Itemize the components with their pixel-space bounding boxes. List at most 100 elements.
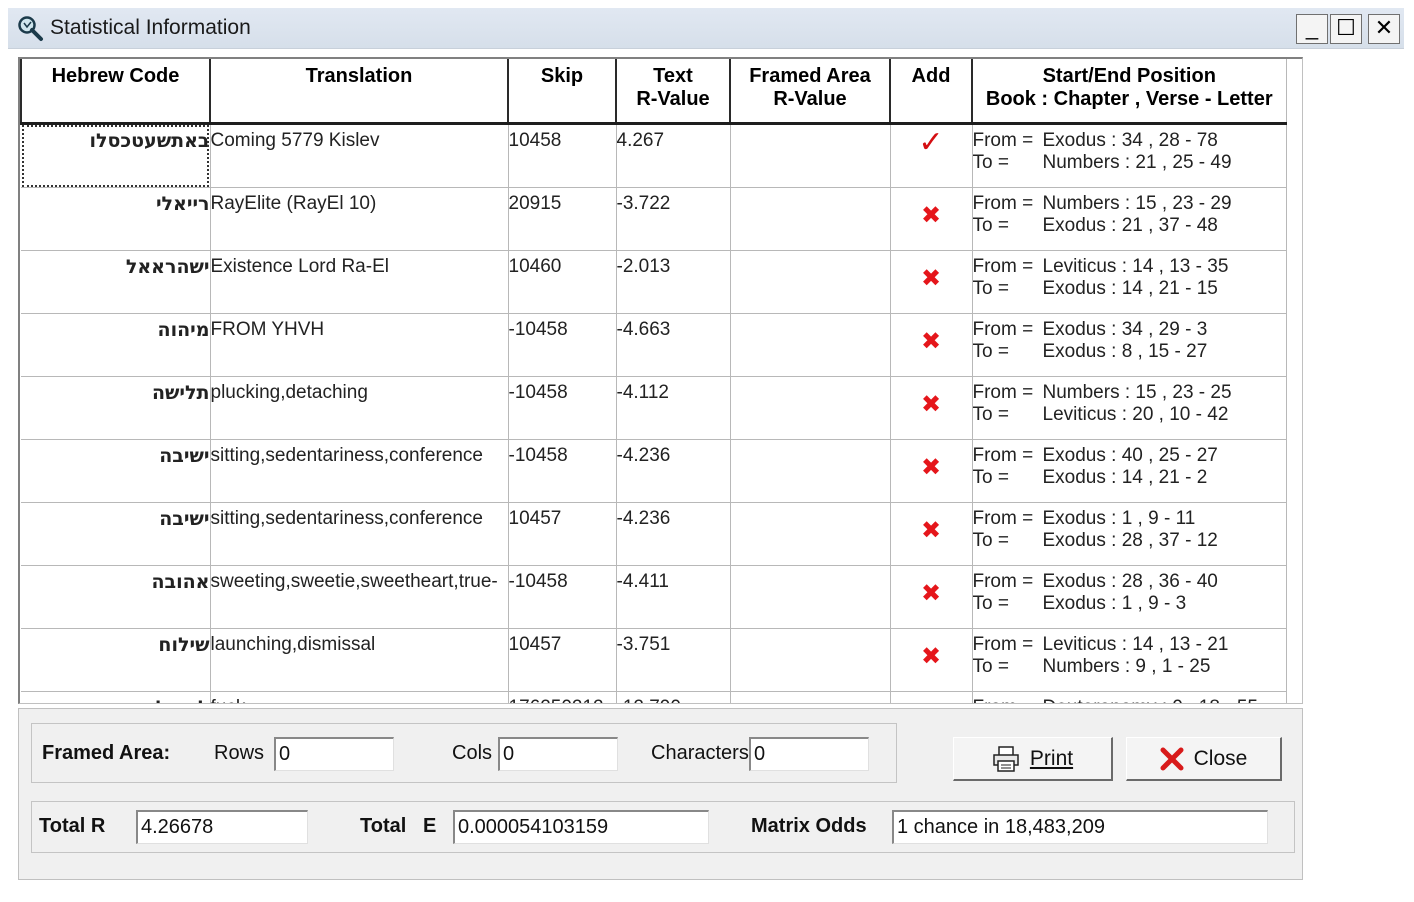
position-cell[interactable]: From = Numbers : 15 , 23 - 25 To = Leviticu… (972, 376, 1287, 440)
x-mark-icon[interactable]: ✖ (921, 456, 941, 480)
x-mark-icon[interactable]: ✖ (921, 330, 941, 354)
hebrew-code-cell[interactable]: ישיבה (21, 502, 211, 566)
column-header-framed-area-r-value[interactable]: Framed Area R-Value (729, 59, 891, 125)
add-cell[interactable]: ✖ (890, 376, 973, 440)
rows-field[interactable]: 0 (274, 737, 394, 771)
table-row[interactable]: מיהוה FROM YHVH -10458 -4.663 ✖ From = Exodus … (21, 313, 1287, 377)
position-cell[interactable]: From = Numbers : 15 , 23 - 29 To = Exodus :… (972, 187, 1287, 251)
skip-cell[interactable]: 10458 (508, 123, 617, 188)
framed-r-value-cell[interactable] (730, 439, 891, 503)
hebrew-code-cell[interactable]: באתשעטכסלו (21, 123, 211, 188)
column-header-text-r-value[interactable]: Text R-Value (615, 59, 731, 125)
close-button[interactable]: Close (1126, 737, 1282, 781)
position-cell[interactable]: From = Leviticus : 14 , 13 - 21 To = Number… (972, 628, 1287, 692)
hebrew-code-cell[interactable]: ישהראאל (21, 250, 211, 314)
x-mark-icon[interactable]: ✖ (921, 267, 941, 291)
table-row[interactable]: באתשעטכסלו Coming 5779 Kislev 10458 4.267 ✓ F… (21, 123, 1287, 188)
position-cell[interactable]: From = Exodus : 34 , 28 - 78 To = Numbers :… (972, 123, 1287, 188)
framed-r-value-cell[interactable] (730, 313, 891, 377)
add-cell[interactable]: ✖ (890, 187, 973, 251)
matrix-odds-field[interactable]: 1 chance in 18,483,209 (892, 810, 1268, 844)
skip-cell[interactable]: -10458 (508, 565, 617, 629)
translation-cell[interactable]: sweeting,sweetie,sweetheart,true- (210, 565, 509, 629)
x-mark-icon[interactable]: ✖ (921, 519, 941, 543)
column-header-skip[interactable]: Skip (507, 59, 617, 125)
framed-r-value-cell[interactable] (730, 502, 891, 566)
total-r-field[interactable]: 4.26678 (136, 810, 308, 844)
translation-cell[interactable]: fuck (210, 691, 509, 703)
skip-cell[interactable]: -10458 (508, 313, 617, 377)
framed-r-value-cell[interactable] (730, 691, 891, 703)
column-header-start-end-position[interactable]: Start/End Position Book : Chapter , Verse… (971, 59, 1287, 125)
position-cell[interactable]: From = Exodus : 34 , 29 - 3 To = Exodus : 8… (972, 313, 1287, 377)
table-row[interactable]: תלישה plucking,detaching -10458 -4.112 ✖ From… (21, 376, 1287, 440)
skip-cell[interactable]: -10458 (508, 439, 617, 503)
minimize-button[interactable]: _ (1296, 14, 1328, 44)
translation-cell[interactable]: Coming 5779 Kislev (210, 123, 509, 188)
translation-cell[interactable]: Existence Lord Ra-El (210, 250, 509, 314)
text-r-value-cell[interactable]: 4.267 (616, 123, 731, 188)
translation-cell[interactable]: RayElite (RayEl 10) (210, 187, 509, 251)
table-row[interactable]: ישהראאל Existence Lord Ra-El 10460 -2.013 ✖ F… (21, 250, 1287, 314)
skip-cell[interactable]: 176250212 (508, 691, 617, 703)
text-r-value-cell[interactable]: -4.236 (616, 439, 731, 503)
framed-r-value-cell[interactable] (730, 187, 891, 251)
text-r-value-cell[interactable]: -3.722 (616, 187, 731, 251)
translation-cell[interactable]: sitting,sedentariness,conference (210, 502, 509, 566)
text-r-value-cell[interactable]: -4.411 (616, 565, 731, 629)
text-r-value-cell[interactable]: -2.013 (616, 250, 731, 314)
text-r-value-cell[interactable]: -4.112 (616, 376, 731, 440)
hebrew-code-cell[interactable]: מיהוה (21, 313, 211, 377)
add-cell[interactable]: ✖ (890, 628, 973, 692)
column-header-hebrew-code[interactable]: Hebrew Code (20, 59, 211, 125)
skip-cell[interactable]: 10457 (508, 628, 617, 692)
x-mark-icon[interactable]: ✖ (921, 204, 941, 228)
hebrew-code-cell[interactable]: לבעול (21, 691, 211, 703)
close-window-button[interactable]: ✕ (1368, 14, 1400, 44)
skip-cell[interactable]: 10457 (508, 502, 617, 566)
table-row[interactable]: רייאלי RayElite (RayEl 10) 20915 -3.722 ✖ Fro… (21, 187, 1287, 251)
column-header-add[interactable]: Add (889, 59, 973, 125)
add-cell[interactable]: ✖ (890, 502, 973, 566)
hebrew-code-cell[interactable]: אהובה (21, 565, 211, 629)
x-mark-icon[interactable]: ✖ (921, 582, 941, 606)
x-mark-icon[interactable]: ✖ (921, 393, 941, 417)
hebrew-code-cell[interactable]: תלישה (21, 376, 211, 440)
results-grid[interactable]: Hebrew Code Translation Skip Text R-Value Fra… (18, 57, 1303, 704)
translation-cell[interactable]: plucking,detaching (210, 376, 509, 440)
table-row[interactable]: ישיבה sitting,sedentariness,conference -10… (21, 439, 1287, 503)
text-r-value-cell[interactable]: -4.663 (616, 313, 731, 377)
x-mark-icon[interactable]: ✖ (921, 645, 941, 669)
translation-cell[interactable]: sitting,sedentariness,conference (210, 439, 509, 503)
table-row[interactable]: שילוח launching,dismissal 10457 -3.751 ✖ From… (21, 628, 1287, 692)
skip-cell[interactable]: -10458 (508, 376, 617, 440)
text-r-value-cell[interactable]: -12.790 (616, 691, 731, 703)
position-cell[interactable]: From = Exodus : 28 , 36 - 40 To = Exodus : … (972, 565, 1287, 629)
column-header-translation[interactable]: Translation (209, 59, 509, 125)
position-cell[interactable]: From =Deuteronomy : 9 , 18 - 55To =Numbe… (972, 691, 1287, 703)
table-row[interactable]: ישיבה sitting,sedentariness,conference 104… (21, 502, 1287, 566)
framed-r-value-cell[interactable] (730, 565, 891, 629)
add-cell[interactable]: ✖ (890, 313, 973, 377)
skip-cell[interactable]: 10460 (508, 250, 617, 314)
position-cell[interactable]: From = Exodus : 1 , 9 - 11 To = Exodus : 28… (972, 502, 1287, 566)
table-row[interactable]: אהובה sweeting,sweetie,sweetheart,true- -1… (21, 565, 1287, 629)
hebrew-code-cell[interactable]: רייאלי (21, 187, 211, 251)
skip-cell[interactable]: 20915 (508, 187, 617, 251)
total-e-field[interactable]: 0.000054103159 (453, 810, 709, 844)
table-row[interactable]: לבעולfuck176250212-12.790 ✖From =Deuteron… (21, 691, 1287, 703)
hebrew-code-cell[interactable]: שילוח (21, 628, 211, 692)
print-button[interactable]: Print (953, 737, 1113, 781)
framed-r-value-cell[interactable] (730, 628, 891, 692)
add-cell[interactable]: ✖ (890, 250, 973, 314)
hebrew-code-cell[interactable]: ישיבה (21, 439, 211, 503)
translation-cell[interactable]: FROM YHVH (210, 313, 509, 377)
framed-r-value-cell[interactable] (730, 123, 891, 188)
add-cell[interactable]: ✖ (890, 565, 973, 629)
position-cell[interactable]: From = Leviticus : 14 , 13 - 35 To = Exodus… (972, 250, 1287, 314)
framed-r-value-cell[interactable] (730, 376, 891, 440)
text-r-value-cell[interactable]: -4.236 (616, 502, 731, 566)
cols-field[interactable]: 0 (498, 737, 618, 771)
translation-cell[interactable]: launching,dismissal (210, 628, 509, 692)
maximize-button[interactable]: ☐ (1330, 14, 1362, 44)
